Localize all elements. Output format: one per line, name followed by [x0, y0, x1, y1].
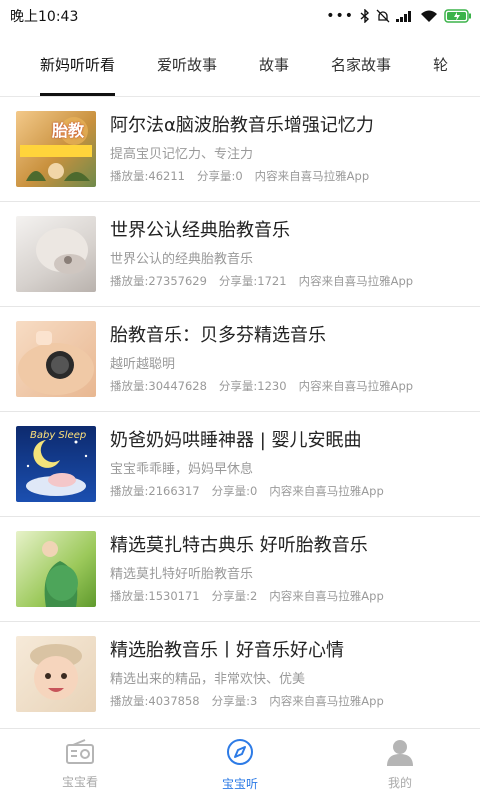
- nav-baby-listen[interactable]: 宝宝听: [160, 729, 320, 800]
- tab-love-stories[interactable]: 爱听故事: [157, 32, 217, 96]
- bluetooth-icon: [360, 9, 370, 23]
- nav-label: 宝宝看: [61, 775, 98, 789]
- album-cover: [16, 216, 96, 292]
- album-subtitle: 宝宝乖乖睡，妈妈早休息: [110, 462, 254, 477]
- user-icon: [386, 738, 414, 770]
- wifi-icon: [420, 10, 438, 23]
- more-dots-icon: •••: [326, 8, 354, 24]
- cover-text: 胎教: [52, 121, 85, 140]
- cover-text: Baby Sleep: [30, 430, 87, 441]
- nav-label: 我的: [387, 776, 412, 790]
- album-subtitle: 越听越聪明: [110, 357, 176, 372]
- nav-baby-watch[interactable]: 宝宝看: [0, 729, 160, 800]
- tab-stories[interactable]: 故事: [259, 32, 289, 96]
- album-cover: [16, 636, 96, 712]
- source-label: 内容来自喜马拉雅App: [269, 694, 384, 708]
- list-item[interactable]: 胎教 阿尔法α脑波胎教音乐增强记忆力 提高宝贝记忆力、专注力 播放量:46211…: [0, 97, 480, 202]
- album-cover: 胎教: [16, 111, 96, 187]
- list-item[interactable]: 精选胎教音乐丨好音乐好心情 精选出来的精品，非常欢快、优美 播放量:403785…: [0, 622, 480, 725]
- signal-icon: [396, 10, 414, 22]
- play-count: 播放量:1530171: [110, 589, 200, 603]
- radio-icon: [65, 739, 95, 769]
- share-count: 分享量:1230: [218, 379, 287, 393]
- share-count: 分享量:1721: [218, 274, 287, 288]
- album-subtitle: 世界公认的经典胎教音乐: [110, 252, 254, 267]
- list-item[interactable]: 世界公认经典胎教音乐 世界公认的经典胎教音乐 播放量:27357629 分享量:…: [0, 202, 480, 307]
- battery-icon: [444, 9, 472, 23]
- album-title: 精选胎教音乐丨好音乐好心情: [110, 640, 344, 661]
- list-item[interactable]: 胎教音乐：贝多芬精选音乐 越听越聪明 播放量:30447628 分享量:1230…: [0, 307, 480, 412]
- alarm-off-icon: [376, 9, 390, 23]
- status-icons: •••: [326, 8, 472, 24]
- play-count: 播放量:46211: [110, 169, 185, 183]
- status-bar: 晚上10:43 •••: [0, 0, 480, 32]
- album-subtitle: 精选出来的精品，非常欢快、优美: [110, 672, 306, 687]
- nav-mine[interactable]: 我的: [320, 729, 480, 800]
- play-count: 播放量:4037858: [110, 694, 200, 708]
- source-label: 内容来自喜马拉雅App: [298, 379, 414, 393]
- album-cover: Baby Sleep: [16, 426, 96, 502]
- share-count: 分享量:2: [211, 589, 258, 603]
- album-subtitle: 提高宝贝记忆力、专注力: [110, 147, 254, 162]
- play-count: 播放量:27357629: [110, 274, 207, 288]
- album-title: 世界公认经典胎教音乐: [110, 220, 290, 241]
- source-label: 内容来自喜马拉雅App: [269, 589, 384, 603]
- tab-famous-stories[interactable]: 名家故事: [331, 32, 391, 96]
- play-count: 播放量:30447628: [110, 379, 207, 393]
- album-list: 胎教 阿尔法α脑波胎教音乐增强记忆力 提高宝贝记忆力、专注力 播放量:46211…: [0, 97, 480, 725]
- compass-icon: [225, 737, 255, 771]
- album-cover: [16, 321, 96, 397]
- album-title: 奶爸奶妈哄睡神器 | 婴儿安眠曲: [110, 430, 362, 451]
- album-title: 精选莫扎特古典乐 好听胎教音乐: [110, 535, 368, 556]
- share-count: 分享量:3: [211, 694, 258, 708]
- nav-label: 宝宝听: [221, 777, 258, 791]
- tab-overflow[interactable]: 轮: [433, 32, 448, 96]
- share-count: 分享量:0: [211, 484, 258, 498]
- tab-new-mom[interactable]: 新妈听听看: [40, 32, 116, 96]
- album-title: 阿尔法α脑波胎教音乐增强记忆力: [110, 115, 374, 136]
- category-tabs: 新妈听听看 爱听故事 故事 名家故事 轮: [0, 32, 480, 96]
- album-title: 胎教音乐：贝多芬精选音乐: [110, 325, 326, 346]
- list-item[interactable]: Baby Sleep 奶爸奶妈哄睡神器 | 婴儿安眠曲 宝宝乖乖睡，妈妈早休息 …: [0, 412, 480, 517]
- source-label: 内容来自喜马拉雅App: [254, 169, 370, 183]
- bottom-nav: 宝宝看 宝宝听 我的: [0, 728, 480, 800]
- source-label: 内容来自喜马拉雅App: [269, 484, 384, 498]
- list-item[interactable]: 精选莫扎特古典乐 好听胎教音乐 精选莫扎特好听胎教音乐 播放量:1530171 …: [0, 517, 480, 622]
- share-count: 分享量:0: [196, 169, 243, 183]
- source-label: 内容来自喜马拉雅App: [298, 274, 414, 288]
- album-cover: [16, 531, 96, 607]
- play-count: 播放量:2166317: [110, 484, 200, 498]
- status-time: 晚上10:43: [10, 9, 79, 25]
- album-subtitle: 精选莫扎特好听胎教音乐: [110, 567, 254, 582]
